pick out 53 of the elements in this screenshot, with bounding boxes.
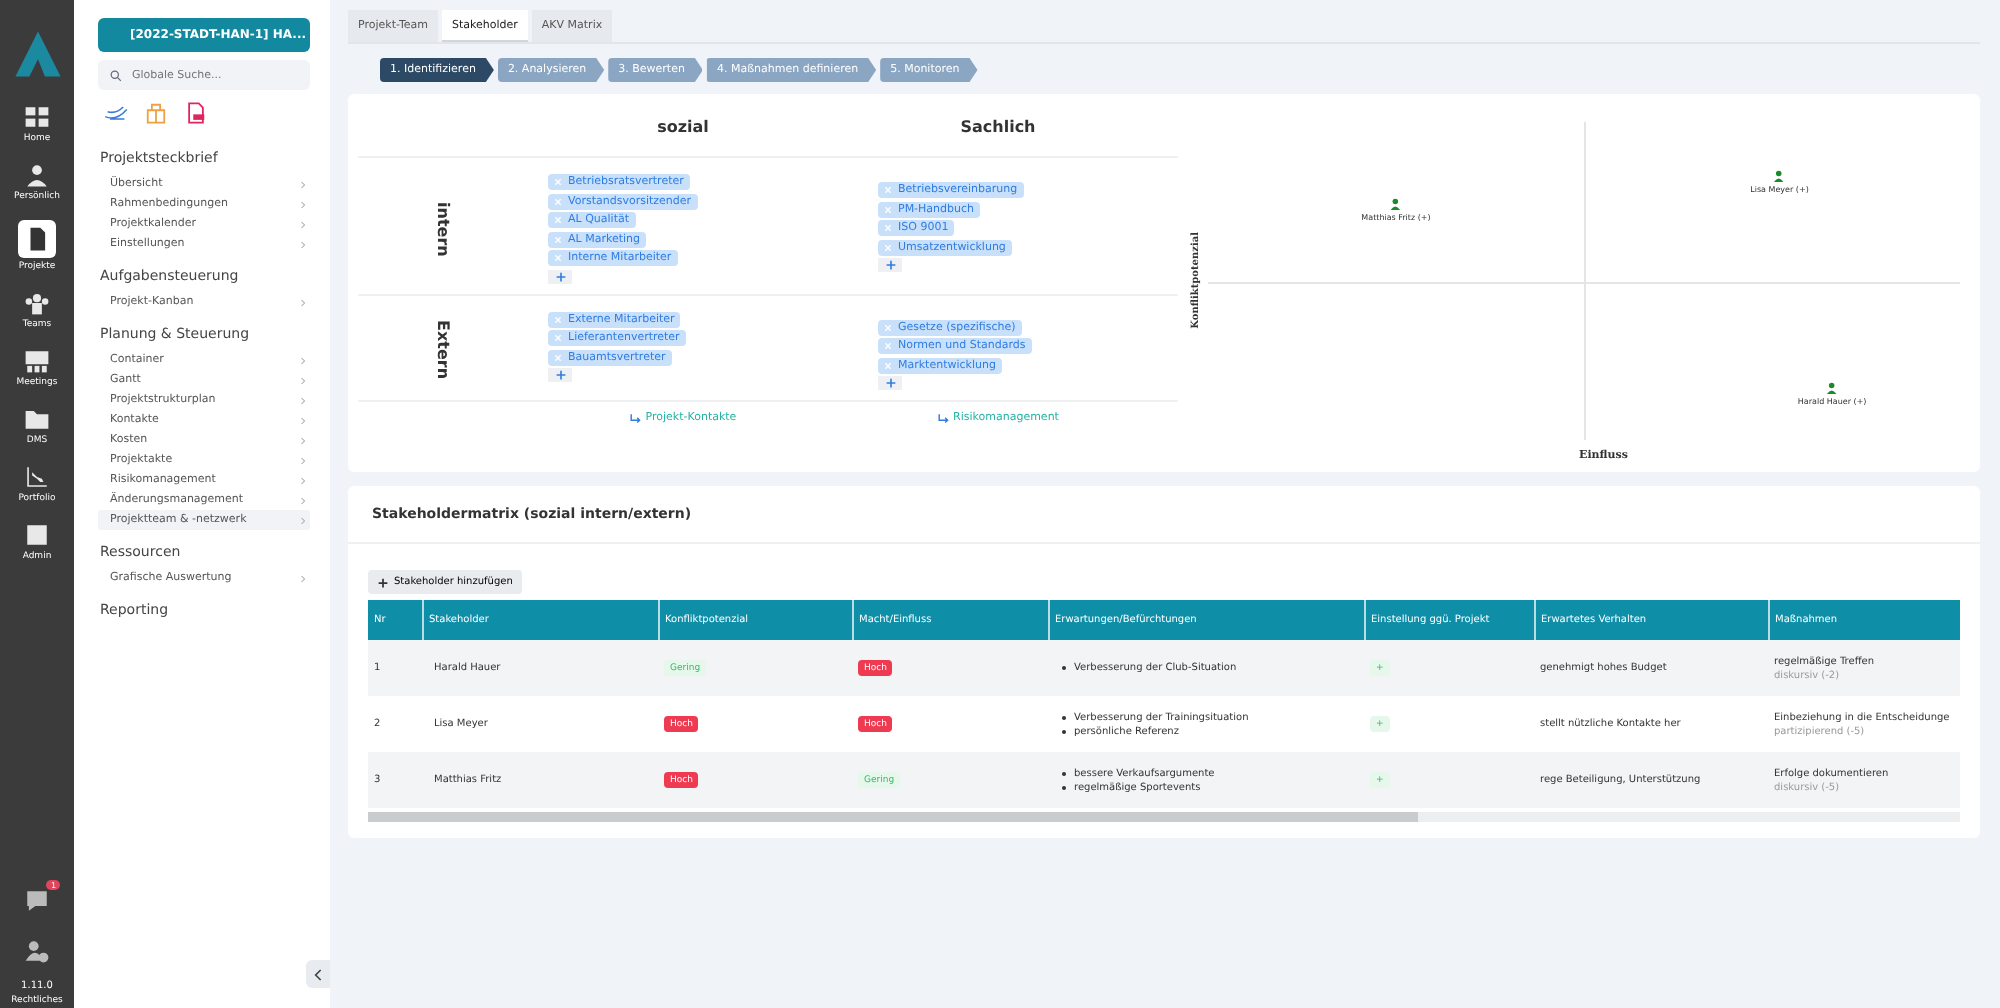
remove-icon[interactable] <box>884 323 892 331</box>
remove-icon[interactable] <box>884 342 892 350</box>
chart-icon <box>23 464 50 490</box>
remove-icon[interactable] <box>554 178 562 186</box>
chat-icon[interactable] <box>24 888 50 914</box>
admin-icon <box>24 522 50 548</box>
user-settings-icon[interactable] <box>24 938 50 964</box>
building-icon[interactable] <box>144 102 168 124</box>
remove-icon[interactable] <box>554 235 562 243</box>
remove-icon[interactable] <box>884 205 892 213</box>
plus-icon <box>885 260 895 270</box>
chevron-left-icon <box>313 967 323 981</box>
add-button[interactable] <box>548 269 572 283</box>
plus-icon <box>885 378 895 388</box>
home-icon <box>23 104 50 130</box>
remove-icon[interactable] <box>554 254 562 262</box>
search-icon <box>110 69 122 81</box>
plus-icon <box>555 271 565 281</box>
plus-icon <box>378 577 388 587</box>
return-arrow-icon <box>629 413 642 423</box>
row-heading: intern <box>434 201 452 256</box>
collapse-button[interactable] <box>306 960 330 988</box>
pdf-icon[interactable] <box>184 102 208 124</box>
remove-icon[interactable] <box>554 216 562 224</box>
doc-icon <box>18 220 56 258</box>
person-icon <box>1390 198 1402 211</box>
return-arrow-icon <box>937 413 950 423</box>
meeting-icon <box>24 348 50 374</box>
add-button[interactable] <box>878 258 902 272</box>
person-icon <box>1773 169 1786 182</box>
remove-icon[interactable] <box>554 334 562 342</box>
folder-icon <box>24 406 50 432</box>
plus-icon <box>555 370 565 380</box>
remove-icon[interactable] <box>884 243 892 251</box>
remove-icon[interactable] <box>554 315 562 323</box>
plane-icon[interactable] <box>104 102 128 124</box>
remove-icon[interactable] <box>554 197 562 205</box>
remove-icon[interactable] <box>884 224 892 232</box>
team-icon <box>24 290 50 316</box>
horizontal-scrollbar[interactable] <box>368 812 1960 822</box>
column-heading: Sachlich <box>958 118 1038 136</box>
remove-icon[interactable] <box>884 361 892 369</box>
add-button[interactable] <box>878 376 902 390</box>
row-heading: Extern <box>434 320 452 380</box>
add-button[interactable] <box>548 368 572 382</box>
chevron-icon <box>300 573 306 583</box>
remove-icon[interactable] <box>884 186 892 194</box>
logo-icon <box>11 28 63 80</box>
column-heading: sozial <box>655 118 711 136</box>
person-icon <box>1826 382 1839 395</box>
chevron-icon <box>300 297 306 307</box>
remove-icon[interactable] <box>554 353 562 361</box>
person-icon <box>23 162 50 188</box>
